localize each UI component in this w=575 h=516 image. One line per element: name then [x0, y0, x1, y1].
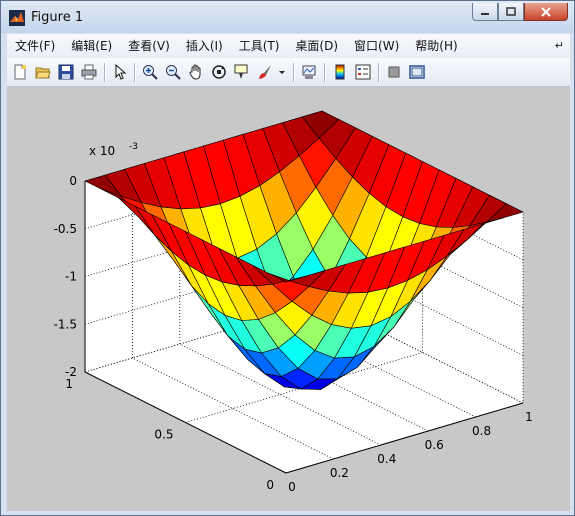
menu-bar: 文件(F) 编辑(E) 查看(V) 插入(I) 工具(T) 桌面(D) 窗口(W… — [7, 34, 570, 58]
zoom-in-icon — [143, 65, 158, 80]
maximize-button[interactable] — [498, 3, 524, 21]
x-tick-label: 0 — [288, 480, 296, 494]
pan-hand-icon — [189, 64, 201, 80]
minimize-icon — [481, 12, 489, 15]
open-file-button[interactable] — [34, 63, 52, 81]
print-icon — [81, 64, 97, 80]
figure-window: Figure 1 文件(F) 编辑(E) 查看(V) 插入(I) 工具(T) 桌… — [0, 0, 575, 516]
menu-desktop[interactable]: 桌面(D) — [287, 34, 346, 58]
show-plot-tools-button[interactable] — [408, 63, 426, 81]
data-cursor-icon — [234, 64, 248, 79]
z-exponent-value: -3 — [129, 142, 138, 152]
menu-file[interactable]: 文件(F) — [7, 34, 63, 58]
new-figure-button[interactable] — [11, 63, 29, 81]
menu-insert[interactable]: 插入(I) — [178, 34, 231, 58]
menu-window[interactable]: 窗口(W) — [346, 34, 407, 58]
brush-button[interactable] — [256, 63, 274, 81]
new-figure-icon — [14, 64, 26, 80]
x-tick-label: 0.4 — [377, 452, 396, 466]
y-tick-label: 0 — [266, 478, 274, 492]
y-tick-label: 0.5 — [154, 428, 173, 442]
z-exponent-label: x 10 — [89, 144, 115, 158]
minimize-button[interactable] — [472, 3, 498, 21]
hide-plot-tools-icon — [388, 66, 400, 78]
menu-tools[interactable]: 工具(T) — [231, 34, 288, 58]
pan-button[interactable] — [187, 63, 205, 81]
z-tick-label: -1 — [65, 270, 77, 284]
menu-edit[interactable]: 编辑(E) — [63, 34, 120, 58]
title-bar[interactable]: Figure 1 — [1, 1, 574, 33]
save-button[interactable] — [57, 63, 75, 81]
zoom-out-button[interactable] — [164, 63, 182, 81]
legend-icon — [355, 64, 371, 80]
matlab-icon — [9, 10, 25, 26]
z-tick-label: 0 — [69, 174, 77, 188]
x-tick-label: 0.8 — [472, 424, 491, 438]
brush-icon — [259, 65, 271, 79]
toolbar-separator — [104, 63, 106, 82]
menu-view[interactable]: 查看(V) — [120, 34, 178, 58]
toolbar-separator — [378, 63, 380, 82]
brush-dropdown-button[interactable] — [277, 63, 287, 81]
y-tick-label: 1 — [65, 377, 73, 391]
toolbar-separator — [293, 63, 295, 82]
colorbar-icon — [335, 64, 345, 80]
menu-help[interactable]: 帮助(H) — [407, 34, 465, 58]
hide-plot-tools-button[interactable] — [385, 63, 403, 81]
open-file-icon — [35, 67, 51, 79]
edit-plot-arrow-icon — [115, 64, 127, 80]
edit-plot-button[interactable] — [111, 63, 129, 81]
x-tick-label: 0.2 — [330, 466, 349, 480]
show-plot-tools-icon — [409, 65, 425, 79]
window-title: Figure 1 — [31, 10, 84, 25]
x-tick-label: 0.6 — [425, 438, 444, 452]
maximize-icon — [506, 7, 516, 16]
data-cursor-button[interactable] — [233, 63, 251, 81]
link-plot-button[interactable] — [300, 63, 318, 81]
z-tick-label: -1.5 — [54, 317, 77, 331]
x-tick-label: 1 — [525, 410, 533, 424]
surface-plot[interactable]: 0-0.5-1-1.5-200.5100.20.40.60.81x 10 -3 — [7, 87, 570, 511]
insert-colorbar-button[interactable] — [331, 63, 349, 81]
zoom-in-button[interactable] — [141, 63, 159, 81]
toolbar-separator — [134, 63, 136, 82]
rotate-3d-button[interactable] — [210, 63, 228, 81]
close-button[interactable] — [524, 3, 568, 21]
figure-toolbar — [7, 58, 570, 87]
print-button[interactable] — [80, 63, 98, 81]
toolbar-separator — [324, 63, 326, 82]
window-controls — [472, 3, 568, 23]
chevron-double-icon[interactable]: ↵ — [555, 39, 564, 52]
close-icon — [541, 6, 551, 17]
zoom-out-icon — [166, 65, 181, 80]
link-plot-icon — [302, 65, 316, 79]
brush-dropdown-icon — [279, 71, 285, 74]
save-icon — [58, 64, 74, 80]
insert-legend-button[interactable] — [354, 63, 372, 81]
z-tick-label: -0.5 — [54, 222, 77, 236]
figure-canvas[interactable]: 0 -0.5 -1 -1.5 -2 0 0.5 1 0 0.2 0.4 0.6 0.8 1 x 10 -3 — [7, 87, 570, 511]
rotate-3d-icon — [212, 65, 226, 79]
